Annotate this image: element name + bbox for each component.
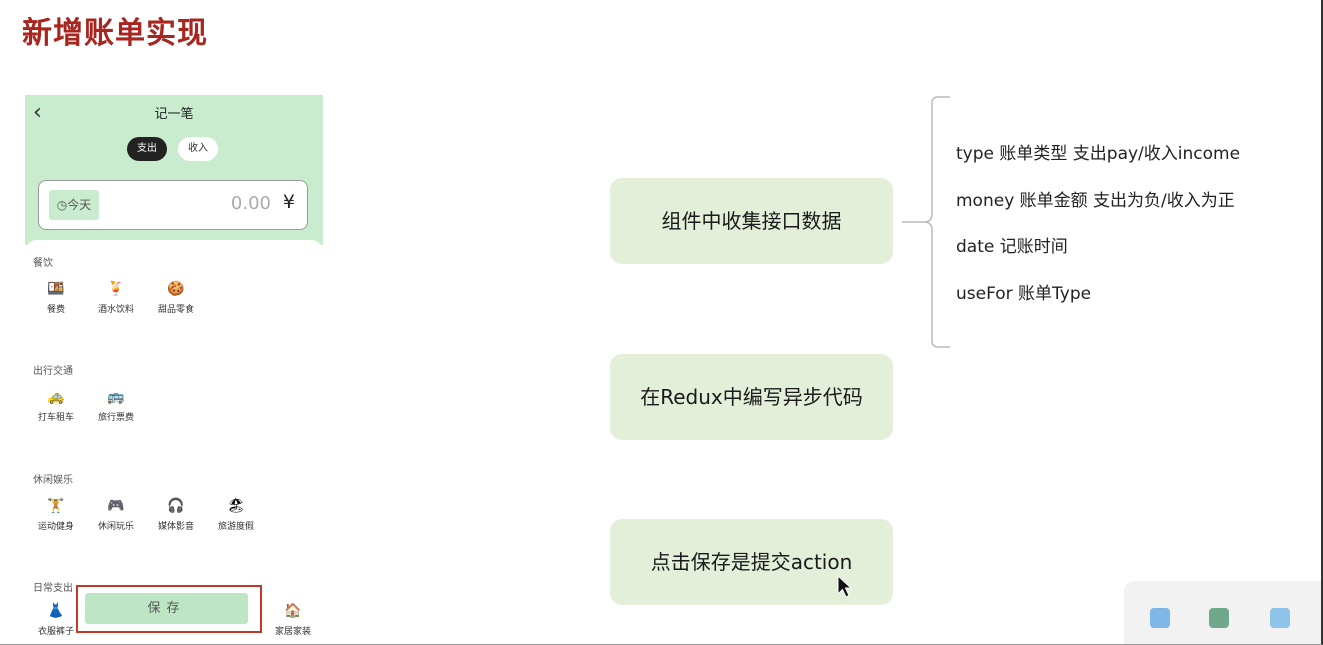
category-item[interactable]: 🚌 旅行票费 — [86, 388, 146, 423]
category-title: 出行交通 — [33, 366, 73, 377]
category-title: 休闲娱乐 — [33, 475, 73, 486]
home-icon: 🏠 — [284, 603, 302, 619]
category-item[interactable]: 🏠 家居家装 — [263, 602, 323, 637]
field-usefor: useFor 账单Type — [956, 284, 1092, 304]
date-button[interactable]: ◷今天 — [49, 190, 99, 220]
beach-icon: 🏖 — [227, 498, 245, 514]
save-highlight-frame — [76, 585, 262, 633]
field-type: type 账单类型 支出pay/收入income — [956, 144, 1241, 164]
field-date: date 记账时间 — [956, 237, 1068, 257]
category-title: 餐饮 — [33, 258, 53, 269]
snack-icon: 🍪 — [167, 281, 185, 297]
category-item[interactable]: 🍱 餐费 — [26, 280, 86, 315]
amount-box: ◷今天 0.00 ¥ — [38, 180, 308, 230]
mouse-cursor-icon — [837, 575, 853, 598]
field-money: money 账单金额 支出为负/收入为正 — [956, 191, 1235, 211]
app-icon[interactable] — [1150, 608, 1170, 628]
flow-step-redux: 在Redux中编写异步代码 — [610, 354, 893, 440]
date-label: 今天 — [67, 198, 92, 212]
brace-connector — [902, 96, 950, 348]
dumbbell-icon: 🏋 — [47, 498, 65, 514]
system-tray — [1124, 581, 1323, 645]
note-icon[interactable] — [1270, 608, 1290, 628]
tab-pay[interactable]: 支出 — [127, 137, 167, 161]
flow-step-collect: 组件中收集接口数据 — [610, 178, 893, 264]
phone-mockup: ‹ 记一笔 支出 收入 ◷今天 0.00 ¥ 餐饮 🍱 餐费 🍹 酒水饮料 🍪 … — [25, 95, 323, 645]
slide-title: 新增账单实现 — [22, 16, 208, 51]
headphones-icon: 🎧 — [167, 498, 185, 514]
category-title: 日常支出 — [33, 583, 73, 594]
category-item[interactable]: 🏖 旅游度假 — [206, 497, 266, 532]
category-item[interactable]: 🚕 打车租车 — [26, 388, 86, 423]
phone-header: ‹ 记一笔 支出 收入 ◷今天 0.00 ¥ — [25, 95, 323, 245]
tab-income[interactable]: 收入 — [178, 137, 218, 161]
category-item[interactable]: 🏋 运动健身 — [26, 497, 86, 532]
category-item[interactable]: 🎧 媒体影音 — [146, 497, 206, 532]
category-item[interactable]: 🍪 甜品零食 — [146, 280, 206, 315]
currency-symbol: ¥ — [282, 191, 295, 213]
calendar-icon: ◷ — [56, 198, 68, 212]
bus-icon: 🚌 — [107, 389, 125, 405]
folder-icon[interactable] — [1209, 608, 1229, 628]
nav-title: 记一笔 — [154, 107, 194, 122]
amount-input[interactable]: 0.00 — [231, 193, 271, 214]
drink-icon: 🍹 — [107, 281, 125, 297]
meal-icon: 🍱 — [47, 281, 65, 297]
taxi-icon: 🚕 — [47, 389, 65, 405]
gamepad-icon: 🎮 — [107, 498, 125, 514]
category-item[interactable]: 🎮 休闲玩乐 — [86, 497, 146, 532]
category-item[interactable]: 🍹 酒水饮料 — [86, 280, 146, 315]
